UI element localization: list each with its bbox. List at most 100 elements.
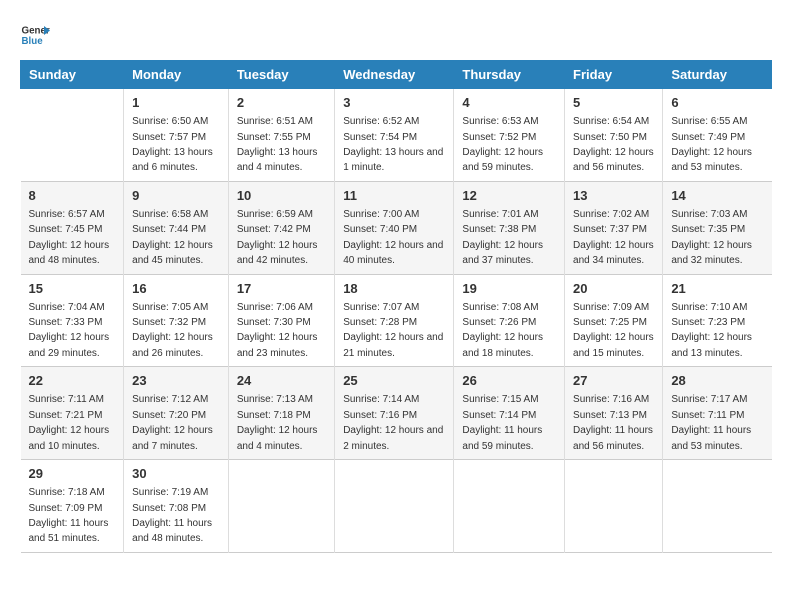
cell-info: Sunrise: 6:53 AMSunset: 7:52 PMDaylight:… [462,116,543,173]
calendar-cell: 20 Sunrise: 7:09 AMSunset: 7:25 PMDayligh… [565,274,663,367]
day-number: 25 [343,372,445,390]
calendar-cell: 23 Sunrise: 7:12 AMSunset: 7:20 PMDayligh… [124,367,229,460]
cell-info: Sunrise: 6:58 AMSunset: 7:44 PMDaylight:… [132,209,213,266]
calendar-cell: 13Sunrise: 7:02 AMSunset: 7:37 PMDayligh… [565,181,663,274]
calendar-table: SundayMondayTuesdayWednesdayThursdayFrid… [20,60,772,553]
cell-info: Sunrise: 6:51 AMSunset: 7:55 PMDaylight:… [237,116,318,173]
calendar-cell [335,460,454,553]
calendar-week-row: 22 Sunrise: 7:11 AMSunset: 7:21 PMDayligh… [21,367,772,460]
day-number: 2 [237,94,326,112]
cell-info: Sunrise: 7:00 AMSunset: 7:40 PMDaylight:… [343,209,443,266]
calendar-cell: 8Sunrise: 6:57 AMSunset: 7:45 PMDaylight… [21,181,124,274]
cell-info: Sunrise: 7:11 AMSunset: 7:21 PMDaylight:… [29,394,110,451]
cell-info: Sunrise: 6:50 AMSunset: 7:57 PMDaylight:… [132,116,213,173]
header-thursday: Thursday [454,61,565,89]
day-number: 18 [343,280,445,298]
calendar-cell: 14Sunrise: 7:03 AMSunset: 7:35 PMDayligh… [663,181,772,274]
day-number: 30 [132,465,220,483]
cell-info: Sunrise: 7:10 AMSunset: 7:23 PMDaylight:… [671,302,752,359]
calendar-cell: 17 Sunrise: 7:06 AMSunset: 7:30 PMDayligh… [228,274,334,367]
calendar-cell [454,460,565,553]
day-number: 20 [573,280,654,298]
header-saturday: Saturday [663,61,772,89]
day-number: 6 [671,94,763,112]
header-monday: Monday [124,61,229,89]
day-number: 12 [462,187,556,205]
day-number: 29 [29,465,116,483]
calendar-cell: 29 Sunrise: 7:18 AMSunset: 7:09 PMDayligh… [21,460,124,553]
day-number: 3 [343,94,445,112]
day-number: 16 [132,280,220,298]
calendar-cell: 11 Sunrise: 7:00 AMSunset: 7:40 PMDayligh… [335,181,454,274]
page-header: General Blue [20,20,772,50]
day-number: 4 [462,94,556,112]
calendar-cell: 26 Sunrise: 7:15 AMSunset: 7:14 PMDayligh… [454,367,565,460]
cell-info: Sunrise: 6:52 AMSunset: 7:54 PMDaylight:… [343,116,443,173]
day-number: 24 [237,372,326,390]
calendar-cell [565,460,663,553]
day-number: 23 [132,372,220,390]
day-number: 1 [132,94,220,112]
day-number: 26 [462,372,556,390]
cell-info: Sunrise: 7:19 AMSunset: 7:08 PMDaylight:… [132,487,212,544]
calendar-cell: 3 Sunrise: 6:52 AMSunset: 7:54 PMDaylight… [335,89,454,182]
calendar-week-row: 8Sunrise: 6:57 AMSunset: 7:45 PMDaylight… [21,181,772,274]
header-wednesday: Wednesday [335,61,454,89]
calendar-cell: 21 Sunrise: 7:10 AMSunset: 7:23 PMDayligh… [663,274,772,367]
calendar-week-row: 1 Sunrise: 6:50 AMSunset: 7:57 PMDaylight… [21,89,772,182]
calendar-cell: 12 Sunrise: 7:01 AMSunset: 7:38 PMDayligh… [454,181,565,274]
calendar-cell: 6Sunrise: 6:55 AMSunset: 7:49 PMDaylight… [663,89,772,182]
calendar-cell: 22 Sunrise: 7:11 AMSunset: 7:21 PMDayligh… [21,367,124,460]
cell-info: Sunrise: 7:08 AMSunset: 7:26 PMDaylight:… [462,302,543,359]
cell-info: Sunrise: 7:04 AMSunset: 7:33 PMDaylight:… [29,302,110,359]
day-number: 28 [671,372,763,390]
day-number: 13 [573,187,654,205]
day-number: 27 [573,372,654,390]
calendar-cell: 4 Sunrise: 6:53 AMSunset: 7:52 PMDaylight… [454,89,565,182]
calendar-cell: 1 Sunrise: 6:50 AMSunset: 7:57 PMDaylight… [124,89,229,182]
calendar-cell [21,89,124,182]
calendar-cell: 5Sunrise: 6:54 AMSunset: 7:50 PMDaylight… [565,89,663,182]
day-number: 9 [132,187,220,205]
day-number: 21 [671,280,763,298]
calendar-cell [663,460,772,553]
calendar-cell: 16 Sunrise: 7:05 AMSunset: 7:32 PMDayligh… [124,274,229,367]
cell-info: Sunrise: 7:05 AMSunset: 7:32 PMDaylight:… [132,302,213,359]
day-number: 8 [29,187,116,205]
calendar-cell: 18 Sunrise: 7:07 AMSunset: 7:28 PMDayligh… [335,274,454,367]
header-tuesday: Tuesday [228,61,334,89]
cell-info: Sunrise: 7:06 AMSunset: 7:30 PMDaylight:… [237,302,318,359]
cell-info: Sunrise: 7:07 AMSunset: 7:28 PMDaylight:… [343,302,443,359]
day-number: 11 [343,187,445,205]
cell-info: Sunrise: 6:59 AMSunset: 7:42 PMDaylight:… [237,209,318,266]
header-friday: Friday [565,61,663,89]
calendar-header-row: SundayMondayTuesdayWednesdayThursdayFrid… [21,61,772,89]
cell-info: Sunrise: 7:15 AMSunset: 7:14 PMDaylight:… [462,394,542,451]
cell-info: Sunrise: 6:54 AMSunset: 7:50 PMDaylight:… [573,116,654,173]
calendar-cell: 9 Sunrise: 6:58 AMSunset: 7:44 PMDaylight… [124,181,229,274]
logo: General Blue [20,20,50,50]
calendar-cell: 19 Sunrise: 7:08 AMSunset: 7:26 PMDayligh… [454,274,565,367]
svg-text:Blue: Blue [22,36,44,47]
calendar-cell: 28 Sunrise: 7:17 AMSunset: 7:11 PMDayligh… [663,367,772,460]
day-number: 14 [671,187,763,205]
header-sunday: Sunday [21,61,124,89]
cell-info: Sunrise: 7:16 AMSunset: 7:13 PMDaylight:… [573,394,653,451]
calendar-cell: 25 Sunrise: 7:14 AMSunset: 7:16 PMDayligh… [335,367,454,460]
day-number: 10 [237,187,326,205]
cell-info: Sunrise: 7:14 AMSunset: 7:16 PMDaylight:… [343,394,443,451]
calendar-cell: 27 Sunrise: 7:16 AMSunset: 7:13 PMDayligh… [565,367,663,460]
cell-info: Sunrise: 7:18 AMSunset: 7:09 PMDaylight:… [29,487,109,544]
calendar-week-row: 15Sunrise: 7:04 AMSunset: 7:33 PMDayligh… [21,274,772,367]
calendar-week-row: 29 Sunrise: 7:18 AMSunset: 7:09 PMDayligh… [21,460,772,553]
calendar-cell: 24Sunrise: 7:13 AMSunset: 7:18 PMDayligh… [228,367,334,460]
cell-info: Sunrise: 7:01 AMSunset: 7:38 PMDaylight:… [462,209,543,266]
calendar-cell: 15Sunrise: 7:04 AMSunset: 7:33 PMDayligh… [21,274,124,367]
day-number: 17 [237,280,326,298]
cell-info: Sunrise: 7:09 AMSunset: 7:25 PMDaylight:… [573,302,654,359]
calendar-cell: 2 Sunrise: 6:51 AMSunset: 7:55 PMDaylight… [228,89,334,182]
day-number: 19 [462,280,556,298]
cell-info: Sunrise: 7:17 AMSunset: 7:11 PMDaylight:… [671,394,751,451]
day-number: 22 [29,372,116,390]
cell-info: Sunrise: 7:12 AMSunset: 7:20 PMDaylight:… [132,394,213,451]
